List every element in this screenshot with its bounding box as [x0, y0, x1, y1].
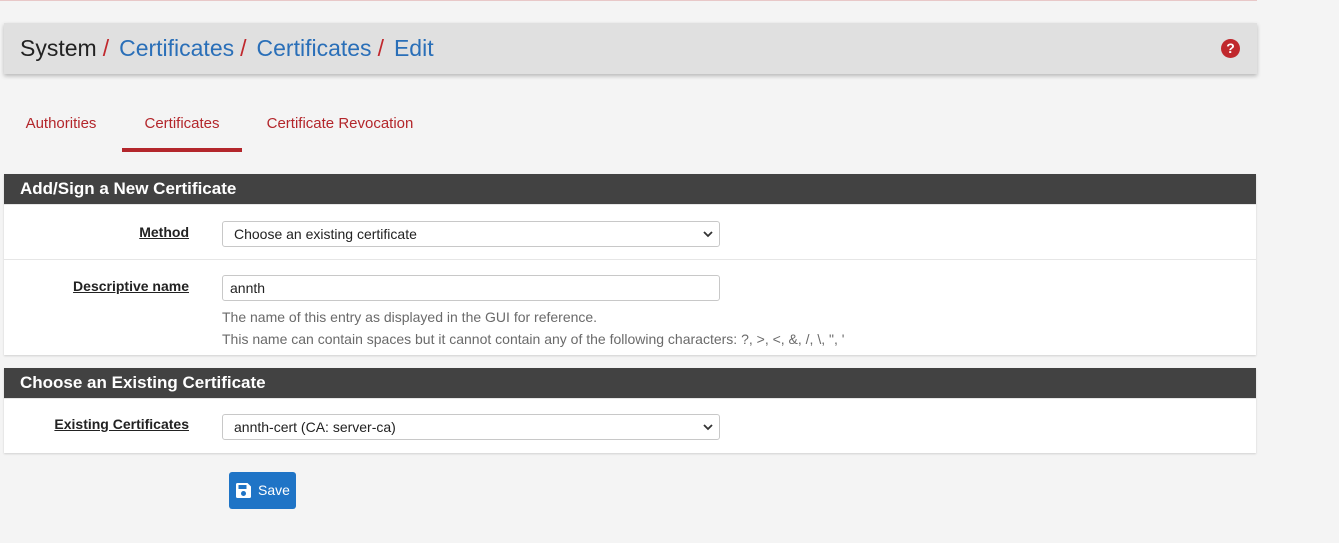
- method-select[interactable]: Choose an existing certificate: [222, 221, 720, 247]
- method-label: Method: [139, 224, 189, 240]
- new-certificate-panel: Add/Sign a New Certificate Method Choose…: [4, 174, 1256, 355]
- tab-certificates[interactable]: Certificates: [122, 96, 242, 152]
- panel-title: Add/Sign a New Certificate: [4, 174, 1256, 204]
- method-select-value: Choose an existing certificate: [234, 226, 417, 242]
- help-text-line-2: This name can contain spaces but it cann…: [222, 331, 845, 347]
- help-text-line-1: The name of this entry as displayed in t…: [222, 309, 598, 325]
- breadcrumb: System / Certificates / Certificates / Edit: [20, 34, 434, 62]
- breadcrumb-root: System: [20, 35, 97, 61]
- descriptive-name-label: Descriptive name: [73, 278, 189, 294]
- save-button[interactable]: Save: [229, 472, 296, 509]
- chevron-down-icon: [703, 424, 713, 431]
- breadcrumb-separator: /: [240, 35, 247, 61]
- floppy-disk-icon: [236, 483, 251, 498]
- top-border: [0, 0, 1257, 1]
- breadcrumb-separator: /: [102, 35, 110, 61]
- chevron-down-icon: [703, 231, 713, 238]
- panel-title: Choose an Existing Certificate: [4, 368, 1256, 398]
- existing-certificate-panel: Choose an Existing Certificate Existing …: [4, 368, 1256, 453]
- descriptive-name-value: annth: [230, 280, 266, 296]
- breadcrumb-edit-link[interactable]: Edit: [394, 35, 434, 61]
- breadcrumb-certificates-link[interactable]: Certificates: [119, 35, 234, 61]
- method-row: Method Choose an existing certificate: [4, 204, 1256, 259]
- breadcrumb-separator: /: [377, 35, 384, 61]
- descriptive-name-row: Descriptive name annth The name of this …: [4, 259, 1256, 356]
- question-icon[interactable]: ?: [1221, 39, 1240, 58]
- existing-certificates-select[interactable]: annth-cert (CA: server-ca): [222, 414, 720, 440]
- save-button-label: Save: [258, 482, 290, 498]
- tab-certificate-revocation[interactable]: Certificate Revocation: [252, 96, 428, 148]
- breadcrumb-bar: System / Certificates / Certificates / Edit ?: [4, 23, 1257, 74]
- tab-authorities[interactable]: Authorities: [4, 96, 118, 148]
- existing-certificates-value: annth-cert (CA: server-ca): [234, 419, 396, 435]
- existing-certificates-row: Existing Certificates annth-cert (CA: se…: [4, 398, 1256, 454]
- existing-certificates-label: Existing Certificates: [54, 416, 189, 432]
- descriptive-name-input[interactable]: annth: [222, 275, 720, 301]
- breadcrumb-certificates-link-2[interactable]: Certificates: [257, 35, 372, 61]
